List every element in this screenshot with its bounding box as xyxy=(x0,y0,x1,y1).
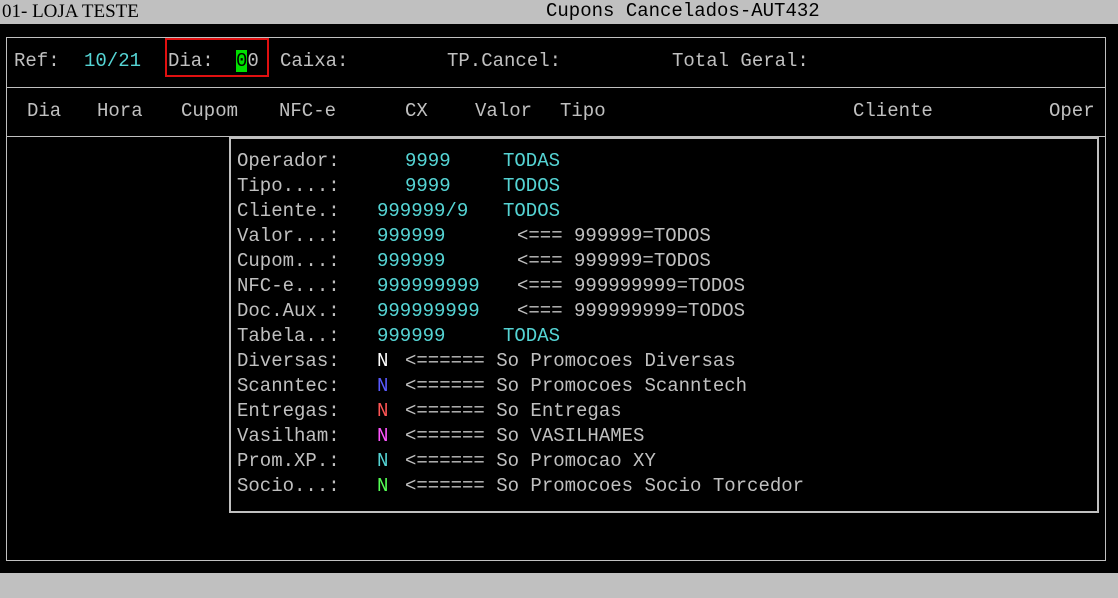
col-cliente: Cliente xyxy=(853,100,933,122)
flag-label-vasilham: Vasilham: xyxy=(237,425,340,447)
filter-label-tipo: Tipo....: xyxy=(237,175,340,197)
filter-input-nfce[interactable]: 999999999 xyxy=(377,275,480,297)
flag-desc-promxp: <====== So Promocao XY xyxy=(405,450,656,472)
col-hora: Hora xyxy=(97,100,143,122)
flag-label-scanntec: Scanntec: xyxy=(237,375,340,397)
store-name: 01- LOJA TESTE xyxy=(2,1,139,22)
dia-highlight-box xyxy=(165,38,269,77)
flag-label-promxp: Prom.XP.: xyxy=(237,450,340,472)
col-cupom: Cupom xyxy=(181,100,239,122)
filter-desc-nfce: <=== 999999999=TODOS xyxy=(517,275,746,297)
flag-desc-vasilham: <====== So VASILHAMES xyxy=(405,425,645,447)
col-oper: Oper xyxy=(1049,100,1095,122)
flag-desc-diversas: <====== So Promocoes Diversas xyxy=(405,350,736,372)
filter-label-nfce: NFC-e...: xyxy=(237,275,340,297)
filter-desc-docaux: <=== 999999999=TODOS xyxy=(517,300,746,322)
flag-label-socio: Socio...: xyxy=(237,475,340,497)
filter-input-tabela[interactable]: 999999 xyxy=(377,325,445,347)
filter-desc-tipo: TODOS xyxy=(503,175,561,197)
filter-input-tipo[interactable]: 9999 xyxy=(405,175,451,197)
filter-desc-cupom: <=== 999999=TODOS xyxy=(517,250,711,272)
header-divider xyxy=(6,87,1106,88)
col-valor: Valor xyxy=(475,100,533,122)
status-bar xyxy=(0,573,1118,598)
flag-desc-scanntec: <====== So Promocoes Scanntech xyxy=(405,375,748,397)
filter-input-valor[interactable]: 999999 xyxy=(377,225,445,247)
title-bar: 01- LOJA TESTE Cupons Cancelados-AUT432 xyxy=(0,0,1118,24)
col-cx: CX xyxy=(405,100,428,122)
flag-desc-entregas: <====== So Entregas xyxy=(405,400,622,422)
flag-desc-socio: <====== So Promocoes Socio Torcedor xyxy=(405,475,805,497)
filter-label-operador: Operador: xyxy=(237,150,340,172)
flag-input-entregas[interactable]: N xyxy=(377,400,388,422)
filter-label-cupom: Cupom...: xyxy=(237,250,340,272)
ref-label: Ref: xyxy=(14,50,60,72)
tp-cancel-label: TP.Cancel: xyxy=(447,50,562,72)
filter-input-cliente[interactable]: 999999/9 xyxy=(377,200,468,222)
screen-title: Cupons Cancelados-AUT432 xyxy=(546,0,820,22)
filter-desc-tabela: TODAS xyxy=(503,325,561,347)
filter-desc-operador: TODAS xyxy=(503,150,561,172)
filter-label-cliente: Cliente.: xyxy=(237,200,340,222)
col-nfce: NFC-e xyxy=(279,100,337,122)
filter-input-operador[interactable]: 9999 xyxy=(405,150,451,172)
filter-desc-cliente: TODOS xyxy=(503,200,561,222)
filter-panel xyxy=(229,137,1099,513)
filter-label-docaux: Doc.Aux.: xyxy=(237,300,340,322)
caixa-label: Caixa: xyxy=(280,50,349,72)
flag-label-entregas: Entregas: xyxy=(237,400,340,422)
flag-input-scanntec[interactable]: N xyxy=(377,375,388,397)
filter-input-cupom[interactable]: 999999 xyxy=(377,250,445,272)
filter-input-docaux[interactable]: 999999999 xyxy=(377,300,480,322)
flag-input-promxp[interactable]: N xyxy=(377,450,388,472)
filter-desc-valor: <=== 999999=TODOS xyxy=(517,225,711,247)
filter-label-tabela: Tabela..: xyxy=(237,325,340,347)
flag-label-diversas: Diversas: xyxy=(237,350,340,372)
col-dia: Dia xyxy=(27,100,62,122)
flag-input-diversas[interactable]: N xyxy=(377,350,388,372)
col-tipo: Tipo xyxy=(560,100,606,122)
total-geral-label: Total Geral: xyxy=(672,50,809,72)
filter-label-valor: Valor...: xyxy=(237,225,340,247)
flag-input-socio[interactable]: N xyxy=(377,475,388,497)
flag-input-vasilham[interactable]: N xyxy=(377,425,388,447)
ref-value: 10/21 xyxy=(84,50,142,72)
